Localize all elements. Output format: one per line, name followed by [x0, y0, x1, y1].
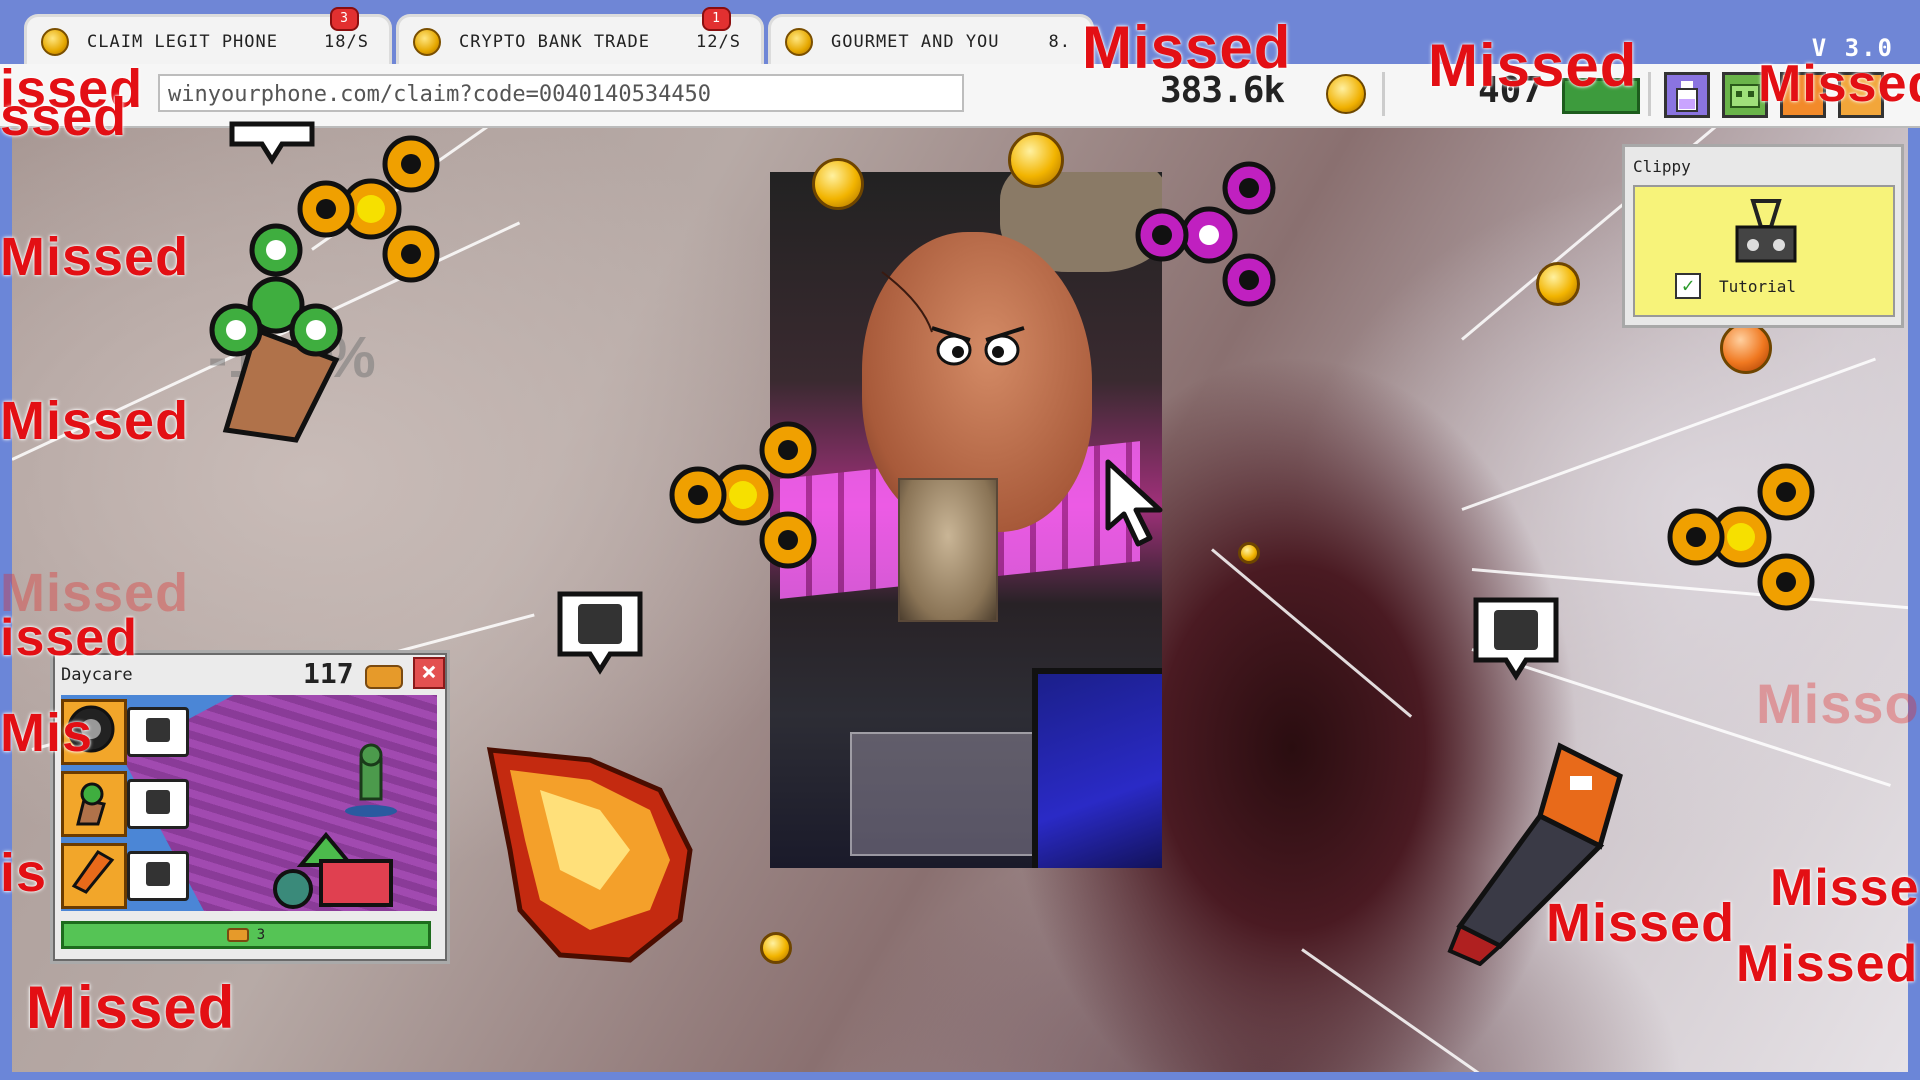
meerkat-image: [898, 478, 998, 622]
missed-text: Missed: [1758, 55, 1920, 113]
tab-crypto-bank-trade[interactable]: CRYPTO BANK TRADE 12/s 1: [396, 7, 764, 67]
binder-clip-icon: [1735, 199, 1797, 263]
coin-icon[interactable]: [1720, 322, 1772, 374]
acrylic-box: [850, 732, 1044, 856]
map-pin-icon[interactable]: [1470, 596, 1562, 688]
fireball-icon[interactable]: [480, 740, 700, 970]
slot-arrow[interactable]: [127, 707, 189, 757]
fidget-spinner-icon[interactable]: [668, 420, 818, 570]
thumb-spinner-icon[interactable]: [186, 220, 366, 450]
missed-text: Missed: [1428, 32, 1638, 99]
coin-icon: [785, 28, 813, 56]
food-icon: [226, 928, 249, 942]
monitor: [1032, 668, 1162, 868]
missed-text: Missed: [1736, 935, 1919, 993]
missed-text: Missed: [26, 974, 236, 1041]
coin-icon[interactable]: [760, 932, 792, 964]
fidget-spinner-icon[interactable]: [1666, 462, 1816, 612]
missed-text-partial: issed: [0, 609, 138, 667]
missed-text-partial: ssed: [0, 87, 128, 147]
background-whisker: [1211, 548, 1413, 718]
missed-text: Missed: [0, 391, 190, 451]
fidget-spinner-icon[interactable]: [1134, 160, 1284, 310]
coin-icon[interactable]: [812, 158, 864, 210]
slot-arrow[interactable]: [127, 779, 189, 829]
tab-label: GOURMET AND YOU: [831, 32, 1000, 52]
creature-icon: [345, 743, 397, 817]
missed-text-partial: is: [0, 843, 48, 903]
frame-border: [0, 1072, 1920, 1080]
missed-text: Missed: [1082, 14, 1292, 81]
game-window: CLAIM LEGIT PHONE 18/s 3 CRYPTO BANK TRA…: [0, 0, 1920, 1080]
tab-label: CLAIM LEGIT PHONE: [87, 32, 278, 52]
tutorial-checkbox[interactable]: ✓: [1675, 273, 1701, 299]
tab-label: CRYPTO BANK TRADE: [459, 32, 650, 52]
missed-text-partial: Misso: [1756, 672, 1920, 735]
close-button[interactable]: ×: [413, 657, 445, 689]
clippy-panel[interactable]: Clippy ✓ Tutorial: [1622, 144, 1904, 328]
house-icon: [273, 831, 393, 909]
map-pin-icon[interactable]: [226, 120, 318, 212]
url-field[interactable]: winyourphone.com/claim?code=004014053445…: [158, 74, 964, 112]
map-pin-icon[interactable]: [554, 590, 646, 682]
missed-text: Missed: [0, 227, 190, 287]
panel-title: Daycare: [61, 665, 133, 685]
progress-value: 3: [256, 927, 266, 943]
coin-icon[interactable]: [1238, 542, 1260, 564]
missed-text-partial: Mis: [0, 703, 94, 763]
coin-icon: [41, 28, 69, 56]
tab-rate: 12/s: [696, 32, 741, 52]
notification-badge: 1: [702, 7, 731, 31]
daycare-slot[interactable]: [61, 771, 127, 837]
cursor-arrow-icon: [1105, 459, 1163, 547]
slot-arrow[interactable]: [127, 851, 189, 901]
clippy-body: ✓ Tutorial: [1633, 185, 1895, 317]
food-icon: [365, 665, 403, 689]
tutorial-label: Tutorial: [1719, 277, 1797, 296]
missed-text: Missed: [1546, 893, 1736, 953]
coin-icon: [1326, 74, 1366, 114]
daycare-progress-bar: 3: [61, 921, 431, 949]
coin-icon[interactable]: [1536, 262, 1580, 306]
divider: [1648, 72, 1651, 116]
bottle-icon[interactable]: [1664, 72, 1710, 118]
tab-rate: 18/s: [324, 32, 369, 52]
tab-rate: 8.: [1048, 32, 1071, 52]
missed-text-partial: Misse: [1770, 859, 1920, 917]
notification-badge: 3: [330, 7, 359, 31]
background-whisker: [1301, 948, 1549, 1072]
coin-icon: [413, 28, 441, 56]
tab-gourmet-and-you[interactable]: GOURMET AND YOU 8.: [768, 14, 1094, 67]
coin-icon[interactable]: [1008, 132, 1064, 188]
thumb-spinner-icon: [76, 782, 106, 826]
daycare-panel[interactable]: Daycare 117 × 3: [50, 650, 450, 964]
daycare-count: 117: [303, 657, 354, 690]
flashlight-icon: [71, 850, 115, 894]
daycare-slot[interactable]: [61, 843, 127, 909]
panel-title: Clippy: [1633, 157, 1691, 176]
divider: [1382, 72, 1385, 116]
